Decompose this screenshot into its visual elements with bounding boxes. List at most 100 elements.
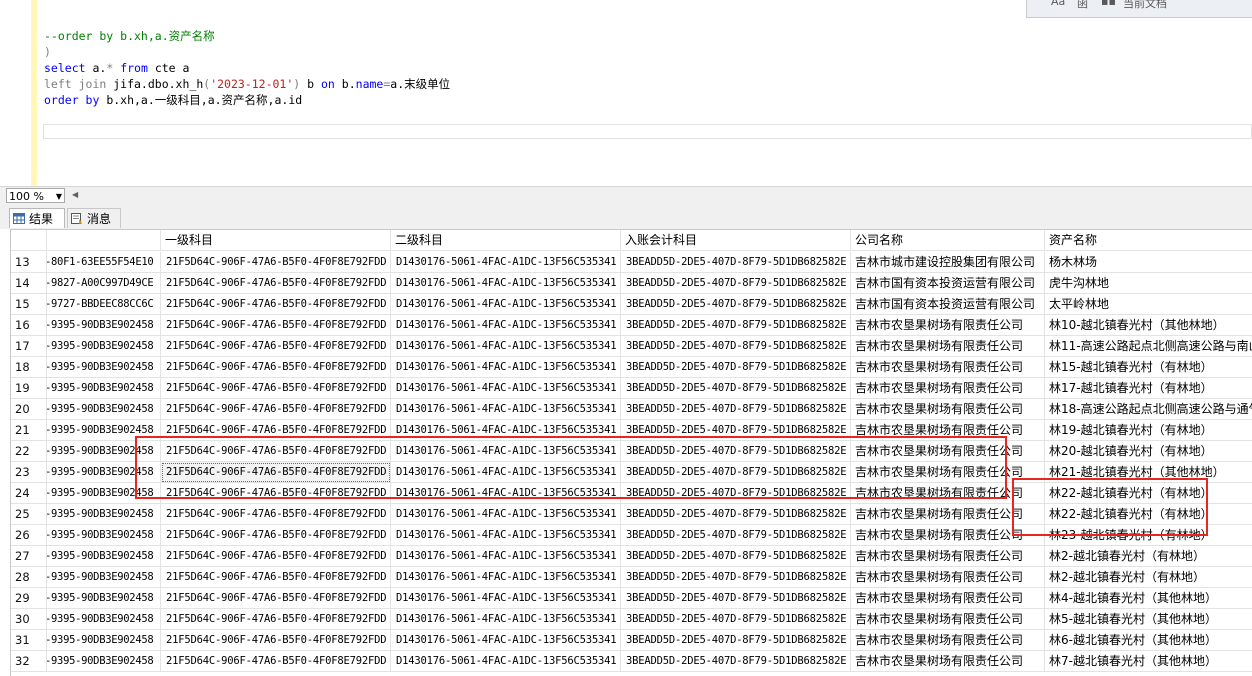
- table-cell-level1-subject-col[interactable]: 21F5D64C-906F-47A6-B5F0-4F0F8E792FDD: [161, 399, 391, 420]
- table-cell-id-col[interactable]: -9395-90DB3E902458: [47, 357, 161, 378]
- table-cell-row-number-col[interactable]: 22: [11, 441, 47, 462]
- column-header-asset-name-col[interactable]: 资产名称: [1045, 230, 1252, 251]
- table-cell-account-subject-col[interactable]: 3BEADD5D-2DE5-407D-8F79-5D1DB682582E: [621, 651, 851, 672]
- table-cell-id-col[interactable]: -9395-90DB3E902458: [47, 378, 161, 399]
- table-cell-row-number-col[interactable]: 19: [11, 378, 47, 399]
- table-cell-row-number-col[interactable]: 26: [11, 525, 47, 546]
- table-cell-asset-name-col[interactable]: 林10-越北镇春光村（其他林地）: [1045, 315, 1252, 336]
- table-row[interactable]: 31 -9395-90DB3E902458 21F5D64C-906F-47A6-B…: [11, 630, 1252, 651]
- horizontal-scrollbar[interactable]: ◀: [70, 190, 1252, 201]
- match-case-toggle[interactable]: Aa: [1051, 0, 1065, 8]
- table-cell-account-subject-col[interactable]: 3BEADD5D-2DE5-407D-8F79-5D1DB682582E: [621, 630, 851, 651]
- table-cell-row-number-col[interactable]: 16: [11, 315, 47, 336]
- table-cell-level2-subject-col[interactable]: D1430176-5061-4FAC-A1DC-13F56C535341: [391, 315, 621, 336]
- table-cell-id-col[interactable]: -9827-A00C997D49CE: [47, 273, 161, 294]
- table-cell-level1-subject-col[interactable]: 21F5D64C-906F-47A6-B5F0-4F0F8E792FDD: [161, 567, 391, 588]
- table-row[interactable]: 14 -9827-A00C997D49CE 21F5D64C-906F-47A6-B…: [11, 273, 1252, 294]
- tab-messages[interactable]: 消息: [67, 208, 121, 228]
- table-cell-id-col[interactable]: -9395-90DB3E902458: [47, 567, 161, 588]
- table-cell-asset-name-col[interactable]: 虎牛沟林地: [1045, 273, 1252, 294]
- table-cell-row-number-col[interactable]: 14: [11, 273, 47, 294]
- column-header-row-number-col[interactable]: [11, 230, 47, 251]
- table-cell-level1-subject-col[interactable]: 21F5D64C-906F-47A6-B5F0-4F0F8E792FDD: [161, 273, 391, 294]
- table-cell-level2-subject-col[interactable]: D1430176-5061-4FAC-A1DC-13F56C535341: [391, 630, 621, 651]
- table-cell-id-col[interactable]: -9395-90DB3E902458: [47, 399, 161, 420]
- table-cell-row-number-col[interactable]: 13: [11, 252, 47, 273]
- table-row[interactable]: 16 -9395-90DB3E902458 21F5D64C-906F-47A6-B…: [11, 315, 1252, 336]
- table-row[interactable]: 13 -80F1-63EE55F54E10 21F5D64C-906F-47A6-B…: [11, 252, 1252, 273]
- table-cell-account-subject-col[interactable]: 3BEADD5D-2DE5-407D-8F79-5D1DB682582E: [621, 399, 851, 420]
- table-cell-asset-name-col[interactable]: 林4-越北镇春光村（其他林地）: [1045, 588, 1252, 609]
- table-cell-row-number-col[interactable]: 24: [11, 483, 47, 504]
- table-cell-level2-subject-col[interactable]: D1430176-5061-4FAC-A1DC-13F56C535341: [391, 609, 621, 630]
- table-cell-asset-name-col[interactable]: 林6-越北镇春光村（其他林地）: [1045, 630, 1252, 651]
- table-cell-level1-subject-col[interactable]: 21F5D64C-906F-47A6-B5F0-4F0F8E792FDD: [161, 294, 391, 315]
- table-cell-company-name-col[interactable]: 吉林市农垦果树场有限责任公司: [851, 357, 1045, 378]
- table-cell-level2-subject-col[interactable]: D1430176-5061-4FAC-A1DC-13F56C535341: [391, 504, 621, 525]
- table-cell-asset-name-col[interactable]: 杨木林场: [1045, 252, 1252, 273]
- table-cell-level2-subject-col[interactable]: D1430176-5061-4FAC-A1DC-13F56C535341: [391, 546, 621, 567]
- column-header-company-name-col[interactable]: 公司名称: [851, 230, 1045, 251]
- table-cell-level2-subject-col[interactable]: D1430176-5061-4FAC-A1DC-13F56C535341: [391, 567, 621, 588]
- table-cell-level1-subject-col[interactable]: 21F5D64C-906F-47A6-B5F0-4F0F8E792FDD: [161, 378, 391, 399]
- table-cell-level2-subject-col[interactable]: D1430176-5061-4FAC-A1DC-13F56C535341: [391, 651, 621, 672]
- search-scope-label[interactable]: 当前文档: [1123, 0, 1167, 11]
- table-cell-asset-name-col[interactable]: 林2-越北镇春光村（有林地）: [1045, 567, 1252, 588]
- table-cell-row-number-col[interactable]: 18: [11, 357, 47, 378]
- table-cell-id-col[interactable]: -9395-90DB3E902458: [47, 609, 161, 630]
- table-cell-account-subject-col[interactable]: 3BEADD5D-2DE5-407D-8F79-5D1DB682582E: [621, 588, 851, 609]
- column-header-id-col[interactable]: [47, 230, 161, 251]
- table-cell-row-number-col[interactable]: 32: [11, 651, 47, 672]
- table-cell-company-name-col[interactable]: 吉林市农垦果树场有限责任公司: [851, 336, 1045, 357]
- whole-word-toggle[interactable]: 函: [1077, 0, 1088, 11]
- table-cell-account-subject-col[interactable]: 3BEADD5D-2DE5-407D-8F79-5D1DB682582E: [621, 504, 851, 525]
- table-cell-level1-subject-col[interactable]: 21F5D64C-906F-47A6-B5F0-4F0F8E792FDD: [161, 588, 391, 609]
- table-cell-asset-name-col[interactable]: 林7-越北镇春光村（其他林地）: [1045, 651, 1252, 672]
- column-header-level2-subject-col[interactable]: 二级科目: [391, 230, 621, 251]
- table-row[interactable]: 17 -9395-90DB3E902458 21F5D64C-906F-47A6-B…: [11, 336, 1252, 357]
- code-line[interactable]: left join jifa.dbo.xh_h('2023-12-01') b …: [44, 76, 450, 92]
- table-cell-account-subject-col[interactable]: 3BEADD5D-2DE5-407D-8F79-5D1DB682582E: [621, 273, 851, 294]
- table-cell-row-number-col[interactable]: 30: [11, 609, 47, 630]
- table-cell-row-number-col[interactable]: 23: [11, 462, 47, 483]
- table-cell-company-name-col[interactable]: 吉林市农垦果树场有限责任公司: [851, 378, 1045, 399]
- table-row[interactable]: 29 -9395-90DB3E902458 21F5D64C-906F-47A6-B…: [11, 588, 1252, 609]
- table-cell-level1-subject-col[interactable]: 21F5D64C-906F-47A6-B5F0-4F0F8E792FDD: [161, 315, 391, 336]
- table-cell-level1-subject-col[interactable]: 21F5D64C-906F-47A6-B5F0-4F0F8E792FDD: [161, 546, 391, 567]
- table-cell-account-subject-col[interactable]: 3BEADD5D-2DE5-407D-8F79-5D1DB682582E: [621, 609, 851, 630]
- regex-icon[interactable]: ▪▪: [1101, 0, 1116, 8]
- table-cell-level2-subject-col[interactable]: D1430176-5061-4FAC-A1DC-13F56C535341: [391, 378, 621, 399]
- table-cell-row-number-col[interactable]: 31: [11, 630, 47, 651]
- table-cell-row-number-col[interactable]: 15: [11, 294, 47, 315]
- table-cell-id-col[interactable]: -9395-90DB3E902458: [47, 315, 161, 336]
- tab-results[interactable]: 结果: [9, 208, 65, 228]
- table-cell-level1-subject-col[interactable]: 21F5D64C-906F-47A6-B5F0-4F0F8E792FDD: [161, 252, 391, 273]
- table-row[interactable]: 30 -9395-90DB3E902458 21F5D64C-906F-47A6-B…: [11, 609, 1252, 630]
- table-cell-asset-name-col[interactable]: 林19-越北镇春光村（有林地）: [1045, 420, 1252, 441]
- table-cell-account-subject-col[interactable]: 3BEADD5D-2DE5-407D-8F79-5D1DB682582E: [621, 357, 851, 378]
- table-cell-id-col[interactable]: -9395-90DB3E902458: [47, 504, 161, 525]
- table-cell-level1-subject-col[interactable]: 21F5D64C-906F-47A6-B5F0-4F0F8E792FDD: [161, 609, 391, 630]
- table-cell-level2-subject-col[interactable]: D1430176-5061-4FAC-A1DC-13F56C535341: [391, 525, 621, 546]
- table-cell-level2-subject-col[interactable]: D1430176-5061-4FAC-A1DC-13F56C535341: [391, 273, 621, 294]
- table-cell-company-name-col[interactable]: 吉林市农垦果树场有限责任公司: [851, 609, 1045, 630]
- table-cell-account-subject-col[interactable]: 3BEADD5D-2DE5-407D-8F79-5D1DB682582E: [621, 378, 851, 399]
- table-cell-level2-subject-col[interactable]: D1430176-5061-4FAC-A1DC-13F56C535341: [391, 588, 621, 609]
- table-cell-row-number-col[interactable]: 20: [11, 399, 47, 420]
- table-cell-account-subject-col[interactable]: 3BEADD5D-2DE5-407D-8F79-5D1DB682582E: [621, 294, 851, 315]
- table-cell-level2-subject-col[interactable]: D1430176-5061-4FAC-A1DC-13F56C535341: [391, 357, 621, 378]
- table-cell-company-name-col[interactable]: 吉林市国有资本投资运营有限公司: [851, 273, 1045, 294]
- table-cell-asset-name-col[interactable]: 林20-越北镇春光村（有林地）: [1045, 441, 1252, 462]
- table-row[interactable]: 15 -9727-BBDEEC88CC6C 21F5D64C-906F-47A6-B…: [11, 294, 1252, 315]
- table-cell-account-subject-col[interactable]: 3BEADD5D-2DE5-407D-8F79-5D1DB682582E: [621, 315, 851, 336]
- table-cell-id-col[interactable]: -80F1-63EE55F54E10: [47, 252, 161, 273]
- table-cell-level2-subject-col[interactable]: D1430176-5061-4FAC-A1DC-13F56C535341: [391, 336, 621, 357]
- code-line[interactable]: order by b.xh,a.一级科目,a.资产名称,a.id: [44, 92, 302, 108]
- table-cell-account-subject-col[interactable]: 3BEADD5D-2DE5-407D-8F79-5D1DB682582E: [621, 567, 851, 588]
- table-cell-asset-name-col[interactable]: 林11-高速公路起点北侧高速公路与南山: [1045, 336, 1252, 357]
- table-cell-id-col[interactable]: -9395-90DB3E902458: [47, 588, 161, 609]
- table-cell-row-number-col[interactable]: 28: [11, 567, 47, 588]
- table-cell-account-subject-col[interactable]: 3BEADD5D-2DE5-407D-8F79-5D1DB682582E: [621, 252, 851, 273]
- table-cell-level1-subject-col[interactable]: 21F5D64C-906F-47A6-B5F0-4F0F8E792FDD: [161, 630, 391, 651]
- sql-editor[interactable]: Aa 函 ▪▪ 当前文档 --order by b.xh,a.资产名称) sele…: [0, 0, 1252, 186]
